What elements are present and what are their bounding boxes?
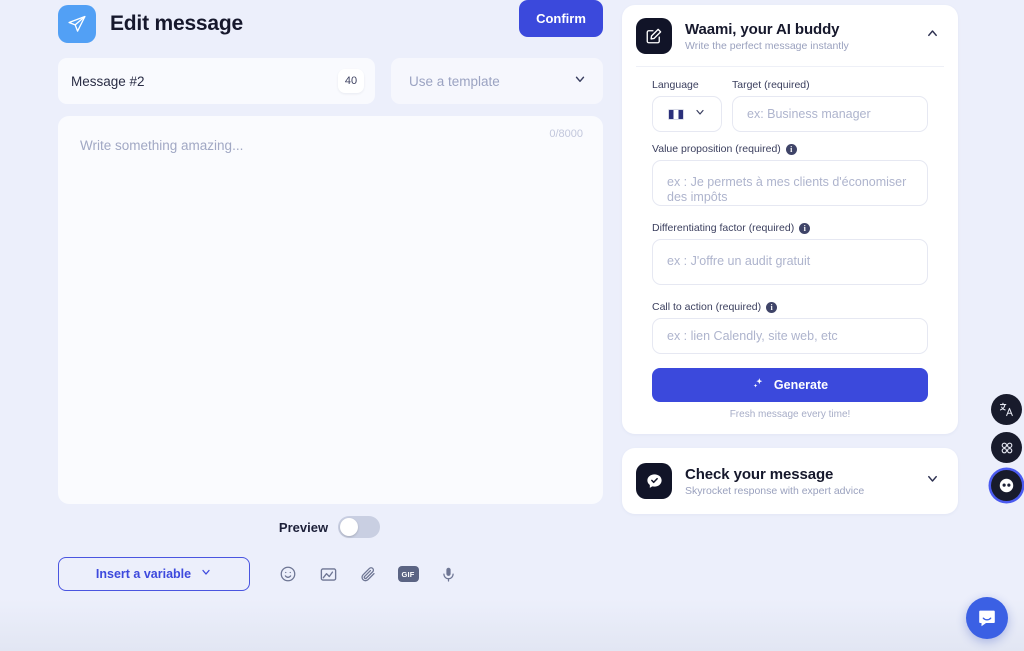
- target-input[interactable]: [732, 96, 928, 132]
- call-to-action-label-text: Call to action (required): [652, 301, 762, 313]
- differentiating-factor-label: Differentiating factor (required) i: [652, 222, 928, 234]
- call-to-action-input[interactable]: [652, 318, 928, 354]
- preview-label: Preview: [278, 519, 329, 535]
- message-textarea[interactable]: Write something amazing... 0/8000: [58, 116, 603, 504]
- translate-icon[interactable]: [991, 394, 1022, 425]
- assistant-icon[interactable]: [991, 470, 1022, 501]
- info-icon[interactable]: i: [785, 143, 797, 155]
- call-to-action-group: Call to action (required) i: [652, 301, 928, 354]
- message-textarea-placeholder: Write something amazing...: [80, 138, 244, 153]
- ai-buddy-header[interactable]: Waami, your AI buddy Write the perfect m…: [622, 5, 958, 66]
- differentiating-factor-label-text: Differentiating factor (required): [652, 222, 795, 234]
- editor-bottom-toolbar: Insert a variable GIF Confirm: [58, 0, 603, 591]
- value-proposition-label: Value proposition (required) i: [652, 143, 928, 155]
- message-name-value: Message #2: [71, 73, 145, 89]
- attachment-icon[interactable]: [356, 562, 380, 586]
- ai-buddy-form: Language Target (required) ex: Business …: [636, 66, 944, 434]
- preview-toggle-row: Preview: [58, 516, 601, 538]
- target-label: Target (required): [732, 79, 810, 91]
- differentiating-factor-group: Differentiating factor (required) i: [652, 222, 928, 290]
- character-count-badge: 40: [338, 69, 364, 93]
- chevron-down-icon: [200, 565, 212, 583]
- sparkle-icon: [752, 377, 765, 393]
- floating-tool-rail: [991, 394, 1022, 501]
- gif-badge-label: GIF: [397, 566, 419, 582]
- chevron-up-icon[interactable]: [925, 26, 940, 46]
- intercom-launcher[interactable]: [966, 597, 1008, 639]
- target-group: Target (required): [732, 79, 928, 132]
- differentiating-factor-input[interactable]: [652, 239, 928, 285]
- call-to-action-label: Call to action (required) i: [652, 301, 928, 313]
- check-message-title: Check your message: [685, 465, 834, 483]
- language-group: Language: [652, 79, 722, 132]
- preview-toggle[interactable]: [338, 516, 381, 538]
- emoji-icon[interactable]: [276, 562, 300, 586]
- flag-fr-icon: [668, 108, 684, 120]
- message-meta-row: Message #2 40 Use a template: [58, 58, 603, 104]
- confirm-button[interactable]: Confirm: [519, 0, 603, 37]
- page-title: Edit message: [110, 12, 243, 35]
- info-icon[interactable]: i: [799, 222, 811, 234]
- ai-buddy-title: Waami, your AI buddy: [685, 20, 840, 38]
- template-dropdown-label: Use a template: [409, 73, 500, 89]
- message-name-input[interactable]: Message #2 40: [58, 58, 375, 104]
- language-target-row: Language Target (required): [652, 79, 928, 132]
- toggle-knob: [340, 518, 359, 536]
- compose-icon: [636, 18, 672, 54]
- generate-button[interactable]: Generate: [652, 368, 928, 402]
- insert-variable-button[interactable]: Insert a variable: [58, 557, 250, 591]
- check-message-header[interactable]: Check your message Skyrocket response wi…: [622, 448, 958, 514]
- generate-button-label: Generate: [773, 378, 829, 392]
- ai-buddy-card: Waami, your AI buddy Write the perfect m…: [622, 5, 958, 434]
- generate-caption: Fresh message every time!: [729, 409, 851, 420]
- apps-grid-icon[interactable]: [991, 432, 1022, 463]
- info-icon[interactable]: i: [766, 301, 778, 313]
- assistant-column: Waami, your AI buddy Write the perfect m…: [622, 5, 958, 514]
- value-proposition-input[interactable]: [652, 160, 928, 206]
- value-proposition-group: Value proposition (required) i: [652, 143, 928, 211]
- message-length-counter: 0/8000: [549, 128, 583, 140]
- check-message-subtitle: Skyrocket response with expert advice: [685, 484, 865, 497]
- value-proposition-label-text: Value proposition (required): [652, 143, 781, 155]
- message-editor-column: Edit message Message #2 40 Use a templat…: [58, 0, 603, 591]
- chat-check-icon: [636, 463, 672, 499]
- ai-buddy-subtitle: Write the perfect message instantly: [685, 39, 849, 52]
- chevron-down-icon[interactable]: [925, 471, 940, 491]
- send-icon: [58, 5, 96, 43]
- image-icon[interactable]: [316, 562, 340, 586]
- check-message-card: Check your message Skyrocket response wi…: [622, 448, 958, 514]
- check-message-titles: Check your message Skyrocket response wi…: [685, 466, 912, 497]
- template-dropdown[interactable]: Use a template: [391, 58, 603, 104]
- insert-variable-label: Insert a variable: [95, 567, 192, 581]
- language-label: Language: [652, 79, 699, 91]
- microphone-icon[interactable]: [436, 562, 460, 586]
- chevron-down-icon: [694, 105, 706, 123]
- gif-icon[interactable]: GIF: [396, 562, 420, 586]
- chevron-down-icon: [573, 72, 587, 91]
- ai-buddy-titles: Waami, your AI buddy Write the perfect m…: [685, 21, 912, 52]
- media-tools: GIF: [276, 562, 460, 586]
- language-dropdown[interactable]: [652, 96, 722, 132]
